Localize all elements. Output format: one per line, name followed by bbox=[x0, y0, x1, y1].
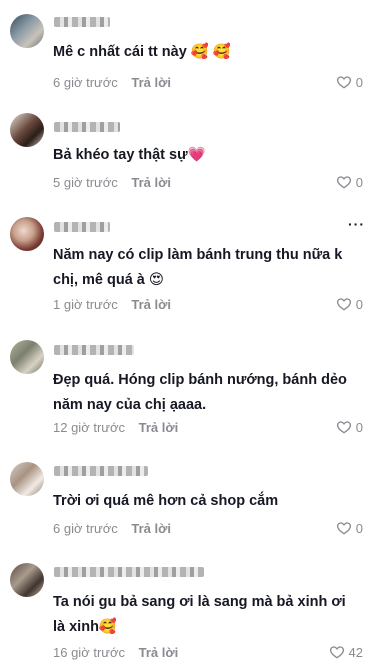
heart-outline-icon bbox=[336, 76, 351, 89]
comment-text: Bả khéo tay thật sự💗 bbox=[53, 147, 206, 163]
reply-button[interactable]: Trả lời bbox=[139, 420, 179, 435]
comment-meta: 12 giờ trước Trả lời bbox=[53, 420, 178, 435]
like-count: 0 bbox=[355, 296, 363, 312]
avatar[interactable] bbox=[10, 462, 44, 496]
avatar[interactable] bbox=[10, 14, 44, 48]
username-blurred[interactable] bbox=[54, 345, 134, 355]
comment-meta: 6 giờ trước Trả lời bbox=[53, 75, 171, 90]
like-button[interactable]: 0 bbox=[336, 296, 363, 312]
avatar[interactable] bbox=[10, 217, 44, 251]
avatar[interactable] bbox=[10, 340, 44, 374]
reply-button[interactable]: Trả lời bbox=[131, 297, 171, 312]
username-blurred[interactable] bbox=[54, 567, 204, 577]
comment-text: Ta nói gu bả sang ơi là sang mà bả xinh … bbox=[53, 594, 346, 635]
comment-meta: 6 giờ trước Trả lời bbox=[53, 521, 171, 536]
reply-button[interactable]: Trả lời bbox=[131, 175, 171, 190]
like-count: 0 bbox=[355, 74, 363, 90]
reply-button[interactable]: Trả lời bbox=[131, 75, 171, 90]
like-count: 0 bbox=[355, 520, 363, 536]
heart-outline-icon bbox=[336, 176, 351, 189]
like-button[interactable]: 0 bbox=[336, 74, 363, 90]
like-count: 0 bbox=[355, 419, 363, 435]
heart-outline-icon bbox=[336, 522, 351, 535]
like-count: 42 bbox=[348, 644, 363, 660]
avatar[interactable] bbox=[10, 563, 44, 597]
comment-meta: 16 giờ trước Trả lời bbox=[53, 645, 178, 660]
username-blurred[interactable] bbox=[54, 17, 110, 27]
more-dots-icon[interactable]: ··· bbox=[348, 216, 365, 232]
heart-outline-icon bbox=[329, 646, 344, 659]
reply-button[interactable]: Trả lời bbox=[139, 645, 179, 660]
comment-text: Mê c nhất cái tt này 🥰 🥰 bbox=[53, 44, 231, 60]
comment-time: 16 giờ trước bbox=[53, 645, 125, 660]
avatar[interactable] bbox=[10, 113, 44, 147]
comment-meta: 5 giờ trước Trả lời bbox=[53, 175, 171, 190]
username-blurred[interactable] bbox=[54, 466, 148, 476]
heart-outline-icon bbox=[336, 298, 351, 311]
heart-outline-icon bbox=[336, 421, 351, 434]
like-button[interactable]: 0 bbox=[336, 174, 363, 190]
comment-time: 5 giờ trước bbox=[53, 175, 118, 190]
comment-time: 6 giờ trước bbox=[53, 521, 118, 536]
like-button[interactable]: 42 bbox=[329, 644, 363, 660]
comment-text: Trời ơi quá mê hơn cả shop cắm bbox=[53, 493, 279, 509]
comment-time: 6 giờ trước bbox=[53, 75, 118, 90]
reply-button[interactable]: Trả lời bbox=[131, 521, 171, 536]
comment-meta: 1 giờ trước Trả lời bbox=[53, 297, 171, 312]
username-blurred[interactable] bbox=[54, 222, 110, 232]
comment-text: Năm nay có clip làm bánh trung thu nữa k… bbox=[53, 247, 343, 288]
comment-time: 1 giờ trước bbox=[53, 297, 118, 312]
comment-time: 12 giờ trước bbox=[53, 420, 125, 435]
like-count: 0 bbox=[355, 174, 363, 190]
comment-text: Đẹp quá. Hóng clip bánh nướng, bánh dẻo … bbox=[53, 372, 347, 413]
like-button[interactable]: 0 bbox=[336, 419, 363, 435]
username-blurred[interactable] bbox=[54, 122, 120, 132]
like-button[interactable]: 0 bbox=[336, 520, 363, 536]
